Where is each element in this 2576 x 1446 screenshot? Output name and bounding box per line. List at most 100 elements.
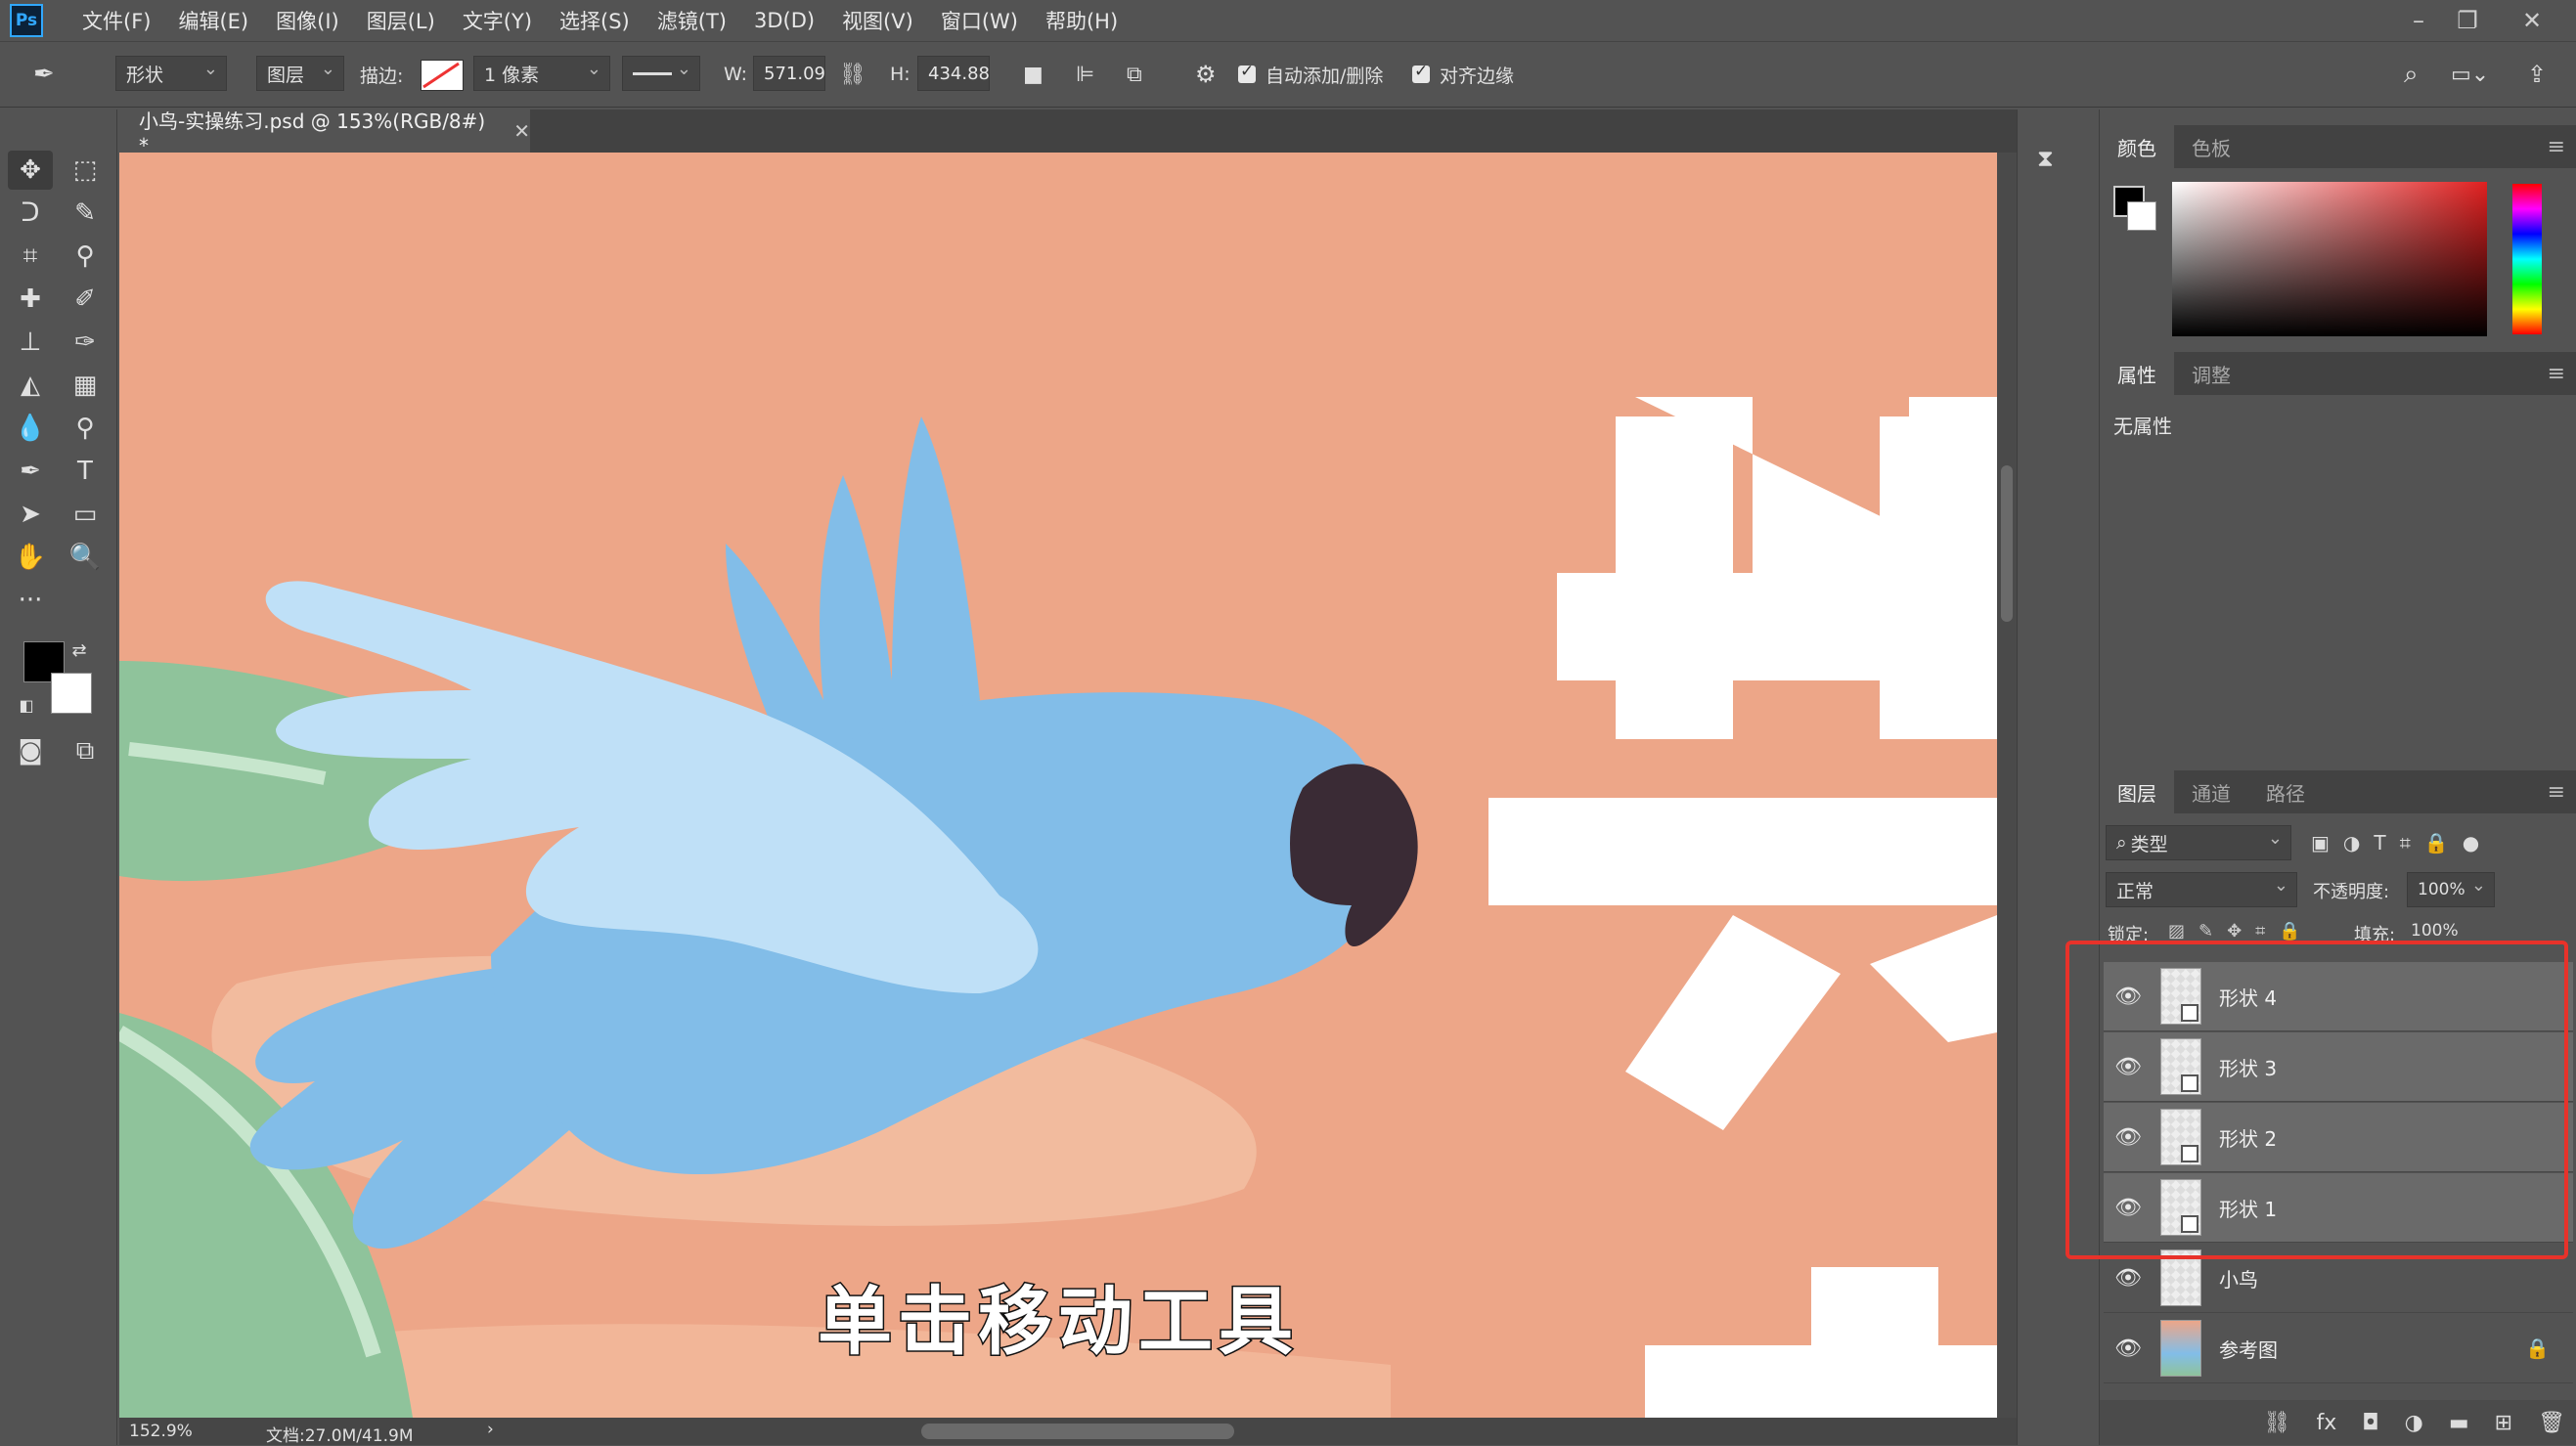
default-colors-icon[interactable]: ◧: [14, 692, 39, 718]
lasso-tool-icon[interactable]: ᑐ: [8, 194, 53, 233]
menu-view[interactable]: 视图(V): [842, 6, 913, 35]
panel-menu-icon[interactable]: ≡: [2548, 780, 2565, 805]
path-arrangement-icon[interactable]: ⧉: [1127, 58, 1142, 91]
make-target-dropdown[interactable]: 图层: [256, 56, 344, 91]
horizontal-scrollbar-thumb[interactable]: [921, 1424, 1234, 1439]
tab-adjustments[interactable]: 调整: [2174, 352, 2248, 395]
stroke-type-dropdown[interactable]: [622, 56, 700, 91]
path-operations-icon[interactable]: ■: [1023, 58, 1044, 91]
panel-menu-icon[interactable]: ≡: [2548, 362, 2565, 386]
path-selection-tool-icon[interactable]: ➤: [8, 495, 53, 534]
history-brush-tool-icon[interactable]: ✑: [63, 323, 108, 362]
link-layers-icon[interactable]: ⛓: [2264, 1411, 2291, 1435]
tab-properties[interactable]: 属性: [2100, 352, 2174, 395]
chevron-right-icon[interactable]: ›: [487, 1420, 494, 1439]
panel-menu-icon[interactable]: ≡: [2548, 135, 2565, 159]
menu-filter[interactable]: 滤镜(T): [657, 6, 727, 35]
document-tab-title: 小鸟-实操练习.psd @ 153%(RGB/8#) *: [139, 109, 486, 157]
move-tool-icon[interactable]: ✥: [8, 151, 53, 190]
dodge-tool-icon[interactable]: ⚲: [63, 409, 108, 448]
new-layer-icon[interactable]: ⊞: [2495, 1411, 2512, 1435]
menu-layer[interactable]: 图层(L): [367, 6, 435, 35]
document-tab[interactable]: 小鸟-实操练习.psd @ 153%(RGB/8#) * ✕: [119, 110, 530, 157]
stroke-width-dropdown[interactable]: 1 像素: [473, 56, 610, 91]
subtitle-text: 单击移动工具: [817, 1277, 1299, 1367]
menu-image[interactable]: 图像(I): [276, 6, 339, 35]
history-panel-icon[interactable]: ⧗: [2037, 145, 2054, 172]
quick-mask-icon[interactable]: ◙: [8, 731, 53, 770]
search-icon[interactable]: ⌕: [2404, 58, 2419, 91]
tab-paths[interactable]: 路径: [2248, 770, 2323, 813]
menu-help[interactable]: 帮助(H): [1045, 6, 1118, 35]
brush-tool-icon[interactable]: ✐: [63, 280, 108, 319]
menu-type[interactable]: 文字(Y): [463, 6, 532, 35]
white-character-stroke: [1880, 416, 1997, 739]
crop-tool-icon[interactable]: ⌗: [8, 237, 53, 276]
tab-layers[interactable]: 图层: [2100, 770, 2174, 813]
tool-mode-dropdown[interactable]: 形状: [115, 56, 227, 91]
tab-channels[interactable]: 通道: [2174, 770, 2248, 813]
path-alignment-icon[interactable]: ⊫: [1076, 58, 1094, 91]
auto-add-delete-checkbox[interactable]: 自动添加/删除: [1238, 58, 1383, 91]
add-mask-icon[interactable]: ◘: [2362, 1411, 2378, 1435]
width-input[interactable]: 571.09: [753, 56, 825, 91]
background-color-swatch[interactable]: [51, 673, 92, 714]
menu-select[interactable]: 选择(S): [559, 6, 630, 35]
workspace-icon[interactable]: ▭⌄: [2451, 58, 2489, 91]
align-edges-checkbox[interactable]: 对齐边缘: [1412, 58, 1514, 91]
menu-3d[interactable]: 3D(D): [754, 9, 815, 32]
hue-slider[interactable]: [2512, 184, 2542, 334]
zoom-level[interactable]: 152.9%: [129, 1422, 193, 1441]
background-color-swatch[interactable]: [2127, 201, 2156, 231]
menu-window[interactable]: 窗口(W): [941, 6, 1018, 35]
restore-icon[interactable]: ❐: [2443, 0, 2492, 41]
height-input[interactable]: 434.88: [917, 56, 990, 91]
canvas[interactable]: [119, 153, 1997, 1418]
adjustment-layer-icon[interactable]: ◑: [2405, 1411, 2423, 1435]
tab-color[interactable]: 颜色: [2100, 125, 2174, 168]
scrollbar-thumb[interactable]: [2001, 465, 2013, 622]
close-icon[interactable]: ✕: [2508, 0, 2556, 41]
gradient-tool-icon[interactable]: ▦: [63, 366, 108, 405]
link-icon[interactable]: ⛓: [839, 58, 866, 91]
minimize-icon[interactable]: –: [2394, 0, 2443, 41]
clone-stamp-tool-icon[interactable]: ⊥: [8, 323, 53, 362]
layer-thumbnail: [2160, 1320, 2201, 1377]
pen-tool-icon[interactable]: ✒: [8, 452, 53, 491]
screen-mode-icon[interactable]: ⧉: [63, 731, 108, 770]
layer-filter-icons[interactable]: ▣◑T⌗🔒●: [2311, 831, 2493, 854]
tab-swatches[interactable]: 色板: [2174, 125, 2248, 168]
close-tab-icon[interactable]: ✕: [513, 119, 530, 143]
visibility-eye-icon[interactable]: 👁: [2104, 1266, 2153, 1291]
stroke-color-swatch[interactable]: [421, 60, 464, 91]
hand-tool-icon[interactable]: ✋: [8, 538, 53, 577]
healing-brush-tool-icon[interactable]: ✚: [8, 280, 53, 319]
gear-icon[interactable]: ⚙: [1195, 58, 1217, 91]
layer-filter-dropdown[interactable]: ⌕ 类型: [2106, 825, 2291, 860]
visibility-eye-icon[interactable]: 👁: [2104, 1336, 2153, 1361]
eyedropper-tool-icon[interactable]: ⚲: [63, 237, 108, 276]
menu-edit[interactable]: 编辑(E): [178, 6, 248, 35]
vertical-scrollbar[interactable]: [1997, 153, 2017, 1418]
eraser-tool-icon[interactable]: ◭: [8, 366, 53, 405]
marquee-tool-icon[interactable]: ⬚: [63, 151, 108, 190]
color-field[interactable]: [2172, 182, 2487, 336]
fill-input[interactable]: 100%: [2411, 921, 2459, 941]
rectangle-tool-icon[interactable]: ▭: [63, 495, 108, 534]
new-group-icon[interactable]: ▬: [2449, 1411, 2469, 1435]
opacity-input[interactable]: 100%: [2407, 872, 2495, 907]
type-tool-icon[interactable]: T: [63, 452, 108, 491]
blur-tool-icon[interactable]: 💧: [8, 409, 53, 448]
layer-row[interactable]: 👁 参考图 🔒: [2104, 1314, 2573, 1383]
blend-mode-dropdown[interactable]: 正常: [2106, 872, 2297, 907]
layer-style-icon[interactable]: fx: [2316, 1411, 2336, 1435]
pen-tool-preset-icon[interactable]: ✒: [33, 58, 55, 91]
share-icon[interactable]: ⇪: [2527, 58, 2547, 91]
zoom-tool-icon[interactable]: 🔍: [63, 538, 108, 577]
more-tools-icon[interactable]: ···: [8, 581, 53, 620]
swap-colors-icon[interactable]: ⇄: [65, 637, 94, 663]
quick-selection-tool-icon[interactable]: ✎: [63, 194, 108, 233]
menu-file[interactable]: 文件(F): [82, 6, 151, 35]
trash-icon[interactable]: 🗑: [2538, 1411, 2565, 1435]
lock-icons[interactable]: ▨✎✥⌗🔒: [2168, 921, 2315, 942]
